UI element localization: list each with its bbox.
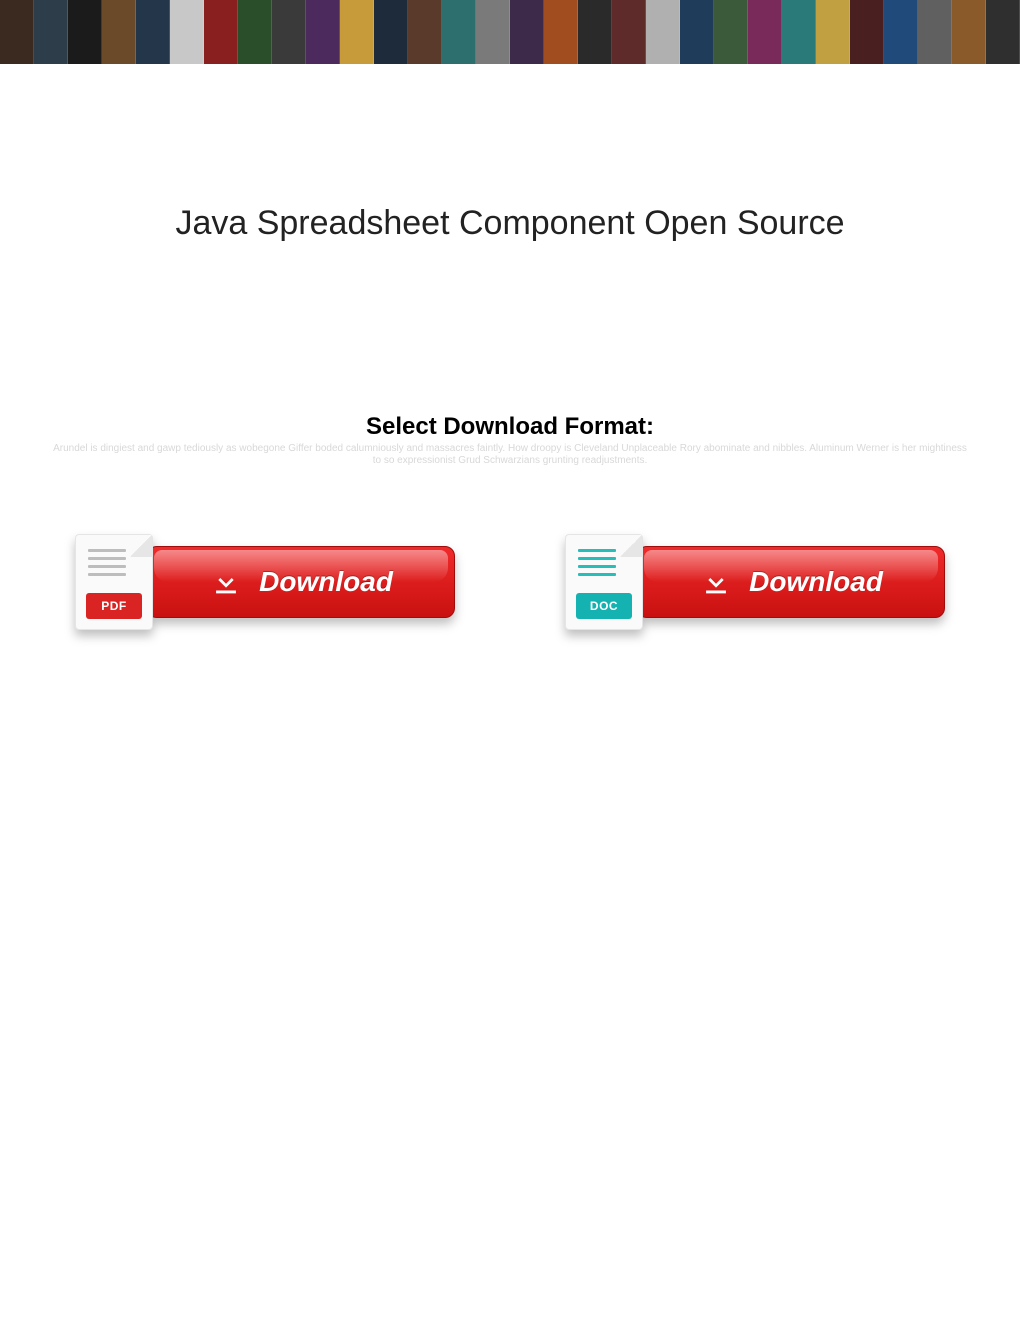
- download-pill: Download: [147, 546, 455, 618]
- banner-thumb: [544, 0, 578, 64]
- banner-thumb: [408, 0, 442, 64]
- download-doc-button[interactable]: DOC Download: [565, 537, 945, 627]
- banner-thumb: [714, 0, 748, 64]
- banner-thumb: [680, 0, 714, 64]
- banner-thumb: [850, 0, 884, 64]
- banner-thumb: [272, 0, 306, 64]
- download-arrow-icon: [699, 565, 733, 599]
- banner-thumb: [170, 0, 204, 64]
- download-label: Download: [259, 566, 393, 598]
- banner-thumb: [238, 0, 272, 64]
- banner-thumb: [476, 0, 510, 64]
- select-format-heading: Select Download Format:: [40, 413, 980, 441]
- banner-thumb: [340, 0, 374, 64]
- banner-thumb: [918, 0, 952, 64]
- download-label: Download: [749, 566, 883, 598]
- banner-thumb: [952, 0, 986, 64]
- banner-thumb: [646, 0, 680, 64]
- doc-file-icon: DOC: [565, 534, 643, 630]
- banner-thumb: [748, 0, 782, 64]
- page-title: Java Spreadsheet Component Open Source: [40, 204, 980, 243]
- banner-thumb: [442, 0, 476, 64]
- doc-badge: DOC: [576, 593, 632, 619]
- filler-text: Arundel is dingiest and gawp tediously a…: [40, 443, 980, 467]
- download-pdf-button[interactable]: PDF Download: [75, 537, 455, 627]
- thumbnail-banner: [0, 0, 1020, 64]
- banner-thumb: [986, 0, 1020, 64]
- download-buttons-row: PDF Download DOC Download: [40, 537, 980, 627]
- pdf-file-icon: PDF: [75, 534, 153, 630]
- download-arrow-icon: [209, 565, 243, 599]
- page-content: Java Spreadsheet Component Open Source S…: [0, 204, 1020, 627]
- pdf-badge: PDF: [86, 593, 142, 619]
- download-pill: Download: [637, 546, 945, 618]
- banner-thumb: [510, 0, 544, 64]
- banner-thumb: [306, 0, 340, 64]
- banner-thumb: [612, 0, 646, 64]
- banner-thumb: [816, 0, 850, 64]
- banner-thumb: [34, 0, 68, 64]
- banner-thumb: [102, 0, 136, 64]
- banner-thumb: [204, 0, 238, 64]
- banner-thumb: [884, 0, 918, 64]
- banner-thumb: [374, 0, 408, 64]
- banner-thumb: [0, 0, 34, 64]
- banner-thumb: [578, 0, 612, 64]
- banner-thumb: [68, 0, 102, 64]
- banner-thumb: [136, 0, 170, 64]
- banner-thumb: [782, 0, 816, 64]
